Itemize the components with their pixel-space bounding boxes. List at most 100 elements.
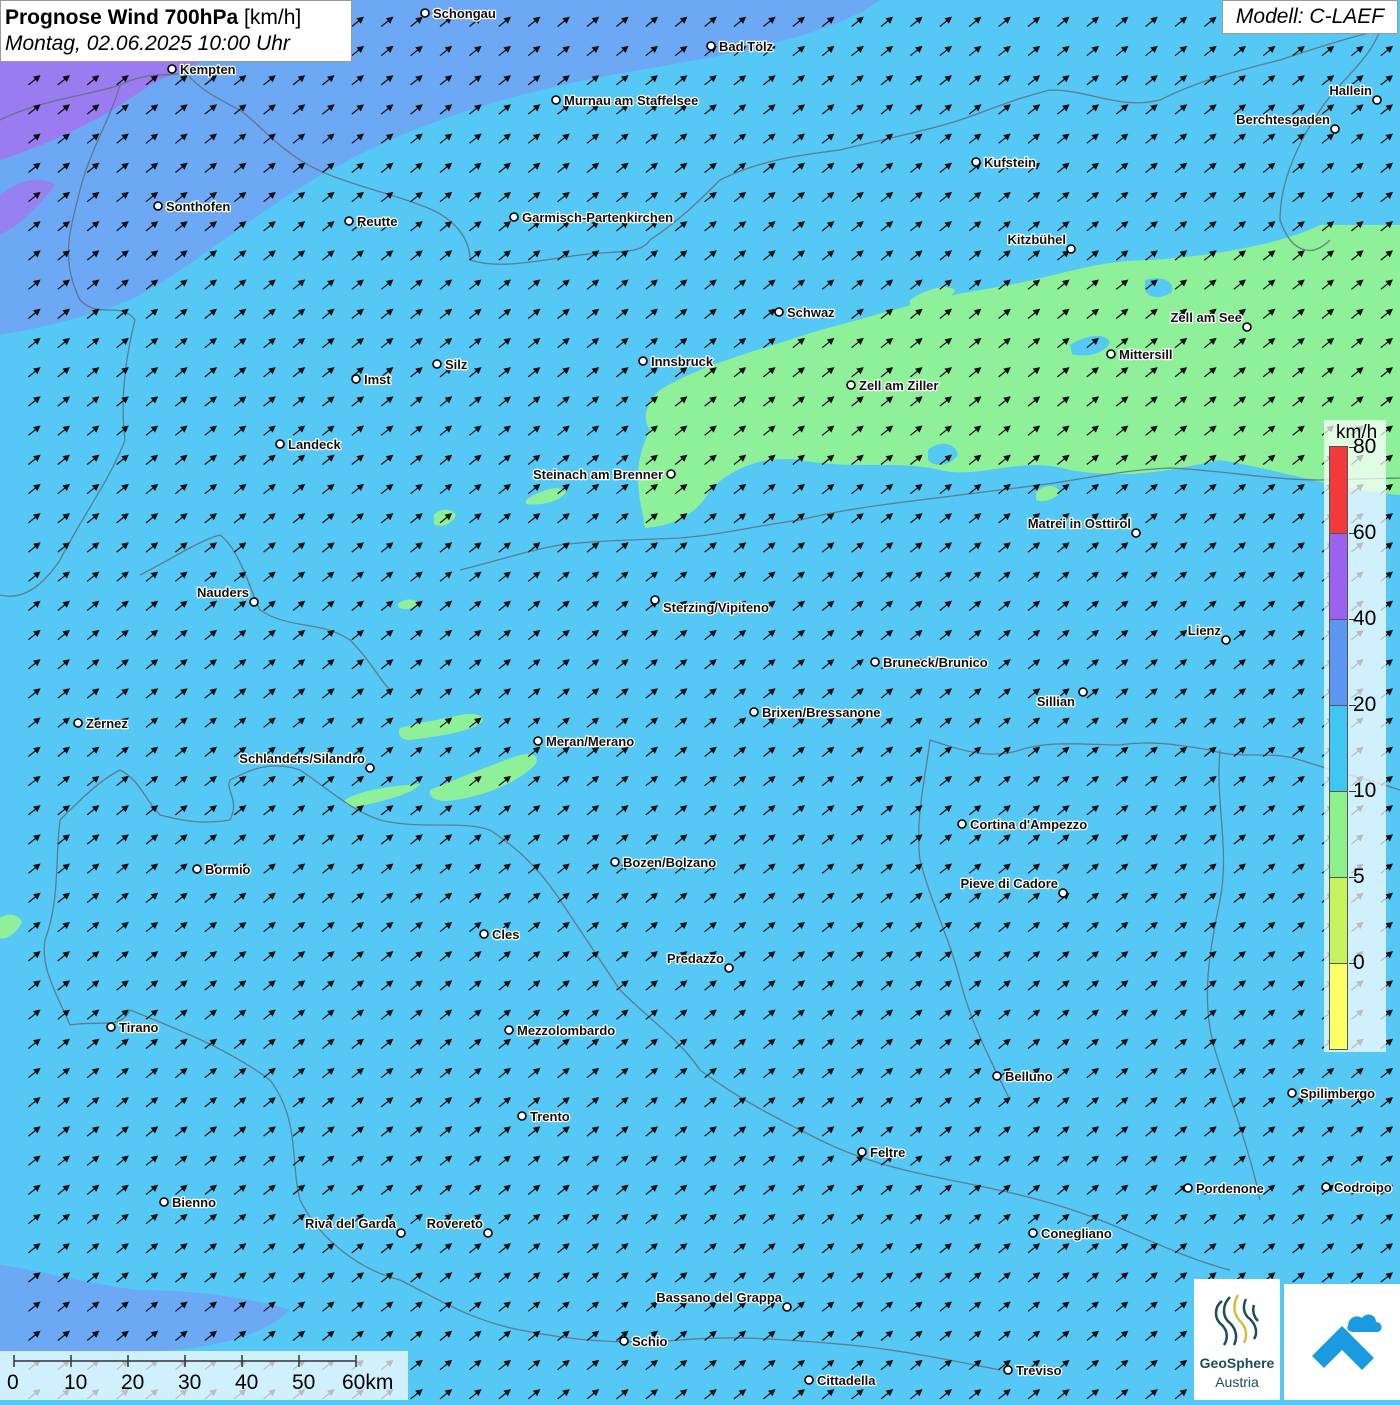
city-marker[interactable]: Cortina d'Ampezzo [957,816,1089,833]
city-label: Treviso [1016,1363,1062,1378]
city-marker[interactable]: Pordenone [1183,1180,1265,1197]
city-marker[interactable]: Schongau [420,5,497,22]
city-label: Mittersill [1119,347,1172,362]
city-dot [275,439,285,449]
city-label: Feltre [870,1145,905,1160]
city-dot [504,1025,514,1035]
city-label: Bienno [172,1195,216,1210]
weather-app-logo[interactable] [1284,1284,1400,1400]
city-label: Nauders [197,585,249,600]
city-label: Meran/Merano [546,734,634,749]
city-marker[interactable]: Conegliano [1028,1225,1113,1242]
city-label: Bozen/Bolzano [623,855,716,870]
city-label: Imst [364,372,391,387]
scale-label: 0 [7,1371,19,1394]
city-label: Spilimbergo [1300,1086,1375,1101]
city-label: Lienz [1188,623,1222,638]
city-label: Schlanders/Silandro [239,751,365,766]
city-marker[interactable]: Sonthofen [153,198,232,215]
city-marker[interactable]: Zell am Ziller [846,377,940,394]
city-label: Mezzolombardo [517,1023,615,1038]
city-dot [249,597,259,607]
city-dot [804,1375,814,1385]
city-label: Innsbruck [651,354,714,369]
city-dot [73,718,83,728]
city-dot [1003,1365,1013,1375]
city-marker[interactable]: Spilimbergo [1287,1085,1376,1102]
city-label: Conegliano [1041,1226,1112,1241]
scale-label: 50 [292,1371,316,1394]
city-dot [749,707,759,717]
color-legend: km/h 0 5 10 20 40 60 80 [1324,420,1386,1052]
scale-label: 10 [64,1371,88,1394]
city-label: Brixen/Bressanone [762,705,881,720]
city-dot [483,1228,493,1238]
city-dot [706,41,716,51]
city-label: Reutte [357,214,397,229]
city-label: Trento [530,1109,570,1124]
legend-label: 40 [1353,607,1377,630]
city-label: Kempten [180,62,236,77]
city-dot [159,1197,169,1207]
city-label: Kitzbühel [1008,232,1067,247]
city-dot [533,736,543,746]
city-label: Zell am See [1170,310,1242,325]
city-label: Predazzo [667,951,724,966]
city-dot [1372,95,1382,105]
city-label: Pieve di Cadore [960,876,1058,891]
city-dot [724,963,734,973]
legend-segment [1330,533,1347,619]
city-dot [1028,1228,1038,1238]
city-dot [666,469,676,479]
city-marker[interactable]: Steinach am Brenner [532,466,676,483]
city-dot [517,1111,527,1121]
city-label: Matrei in Osttirol [1028,516,1131,531]
city-marker[interactable]: Brixen/Bressanone [749,704,882,721]
legend-segment [1330,963,1347,1049]
city-dot [551,95,561,105]
city-dot [509,212,519,222]
weather-app-icon [1312,1314,1382,1370]
city-label: Steinach am Brenner [533,467,663,482]
city-dot [365,763,375,773]
scale-label: 60km [342,1371,394,1394]
city-marker[interactable]: Meran/Merano [533,733,635,750]
legend-segment [1330,791,1347,877]
city-label: Cles [492,927,519,942]
city-marker[interactable]: Murnau am Staffelsee [551,92,700,109]
map-title-box: Prognose Wind 700hPa [km/h] Montag, 02.0… [0,0,352,62]
forecast-datetime: Montag, 02.06.2025 10:00 Uhr [5,32,290,55]
legend-label: 60 [1353,521,1377,544]
map-title-text: Prognose Wind 700hPa [5,6,239,29]
city-marker[interactable]: Innsbruck [638,353,715,370]
city-dot [782,1302,792,1312]
city-marker[interactable]: Garmisch-Partenkirchen [509,209,674,226]
city-label: Codroipo [1334,1180,1392,1195]
city-label: Zernez [86,716,128,731]
city-dot [351,374,361,384]
map-title-unit: [km/h] [244,6,302,29]
city-marker[interactable]: Bozen/Bolzano [610,854,717,871]
city-dot [1106,349,1116,359]
city-dot [1330,124,1340,134]
city-marker[interactable]: Mezzolombardo [504,1022,617,1039]
geosphere-logo[interactable]: GeoSphere Austria [1194,1279,1280,1400]
legend-segment [1330,619,1347,705]
city-label: Landeck [288,437,342,452]
city-label: Garmisch-Partenkirchen [522,210,673,225]
scale-label: 30 [178,1371,202,1394]
city-label: Tirano [119,1020,159,1035]
city-marker[interactable]: Bruneck/Brunico [870,654,989,671]
city-dot [396,1228,406,1238]
city-dot [344,216,354,226]
city-label: Schwaz [787,305,835,320]
city-label: Sonthofen [166,199,230,214]
city-label: Bormio [205,862,251,877]
city-dot [153,201,163,211]
city-label: Pordenone [1196,1181,1264,1196]
city-dot [638,356,648,366]
city-dot [1221,635,1231,645]
legend-label: 0 [1353,951,1365,974]
geosphere-icon [1214,1294,1259,1346]
legend-segment [1330,705,1347,791]
